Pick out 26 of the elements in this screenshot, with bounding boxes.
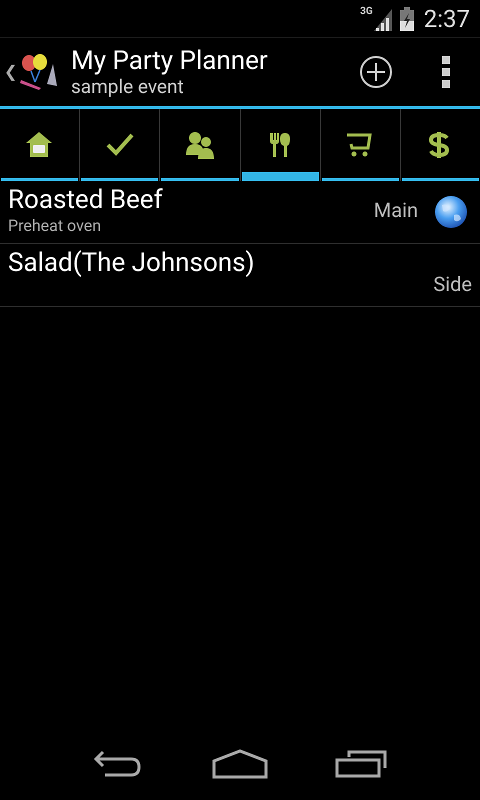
dish-note: Preheat oven (8, 216, 102, 236)
tab[interactable] (240, 109, 320, 181)
course-label: Main (374, 197, 418, 224)
dish-name: Salad(The Johnsons) (8, 247, 256, 279)
network-type: 3G (360, 6, 373, 16)
recent-apps-icon[interactable] (334, 750, 387, 778)
app-title: My Party Planner (71, 46, 269, 76)
tab[interactable] (320, 109, 400, 181)
up-button[interactable]: ❮ (0, 38, 63, 106)
people-icon (186, 131, 214, 159)
signal-icon (374, 8, 392, 30)
dish-name: Roasted Beef (8, 184, 164, 216)
tab[interactable] (79, 109, 160, 181)
tab[interactable] (159, 109, 240, 181)
home-icon[interactable] (212, 749, 268, 779)
home-icon (26, 131, 54, 159)
list-row[interactable]: Roasted Beef Preheat oven Main (0, 181, 480, 244)
battery-icon (400, 6, 414, 30)
balloons-icon (19, 52, 59, 92)
tab[interactable] (400, 109, 480, 181)
clock: 2:37 (424, 4, 470, 34)
cart-icon (346, 131, 374, 159)
event-subtitle: sample event (71, 76, 185, 98)
plus-icon (359, 55, 393, 89)
course-label: Side (433, 271, 472, 298)
list-row[interactable]: Salad(The Johnsons) Side (0, 244, 480, 307)
